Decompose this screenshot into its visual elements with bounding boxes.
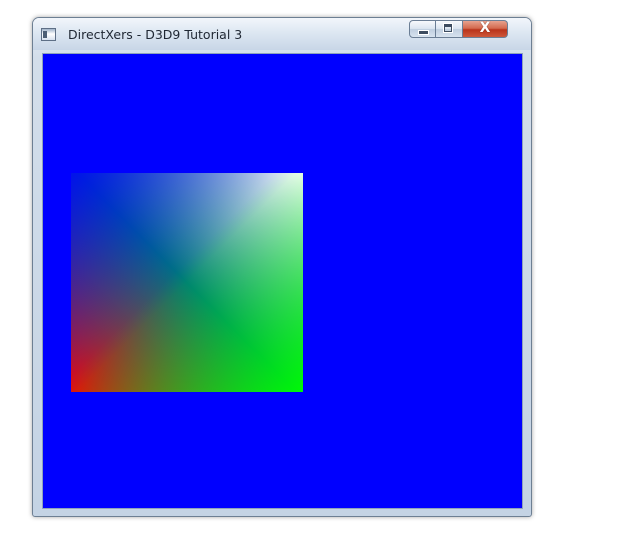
render-viewport[interactable] [42,53,523,509]
title-bar[interactable]: DirectXers - D3D9 Tutorial 3 X [33,18,531,50]
maximize-button[interactable] [436,20,463,38]
app-window-icon[interactable] [41,28,56,41]
window-title: DirectXers - D3D9 Tutorial 3 [68,27,243,42]
window-controls: X [409,20,508,38]
gradient-quad [71,173,303,392]
close-icon: X [479,20,491,36]
minimize-button[interactable] [409,20,436,38]
maximize-icon [443,23,453,33]
minimize-icon [418,30,429,35]
close-button[interactable]: X [463,20,508,38]
app-window: DirectXers - D3D9 Tutorial 3 X [32,17,532,517]
